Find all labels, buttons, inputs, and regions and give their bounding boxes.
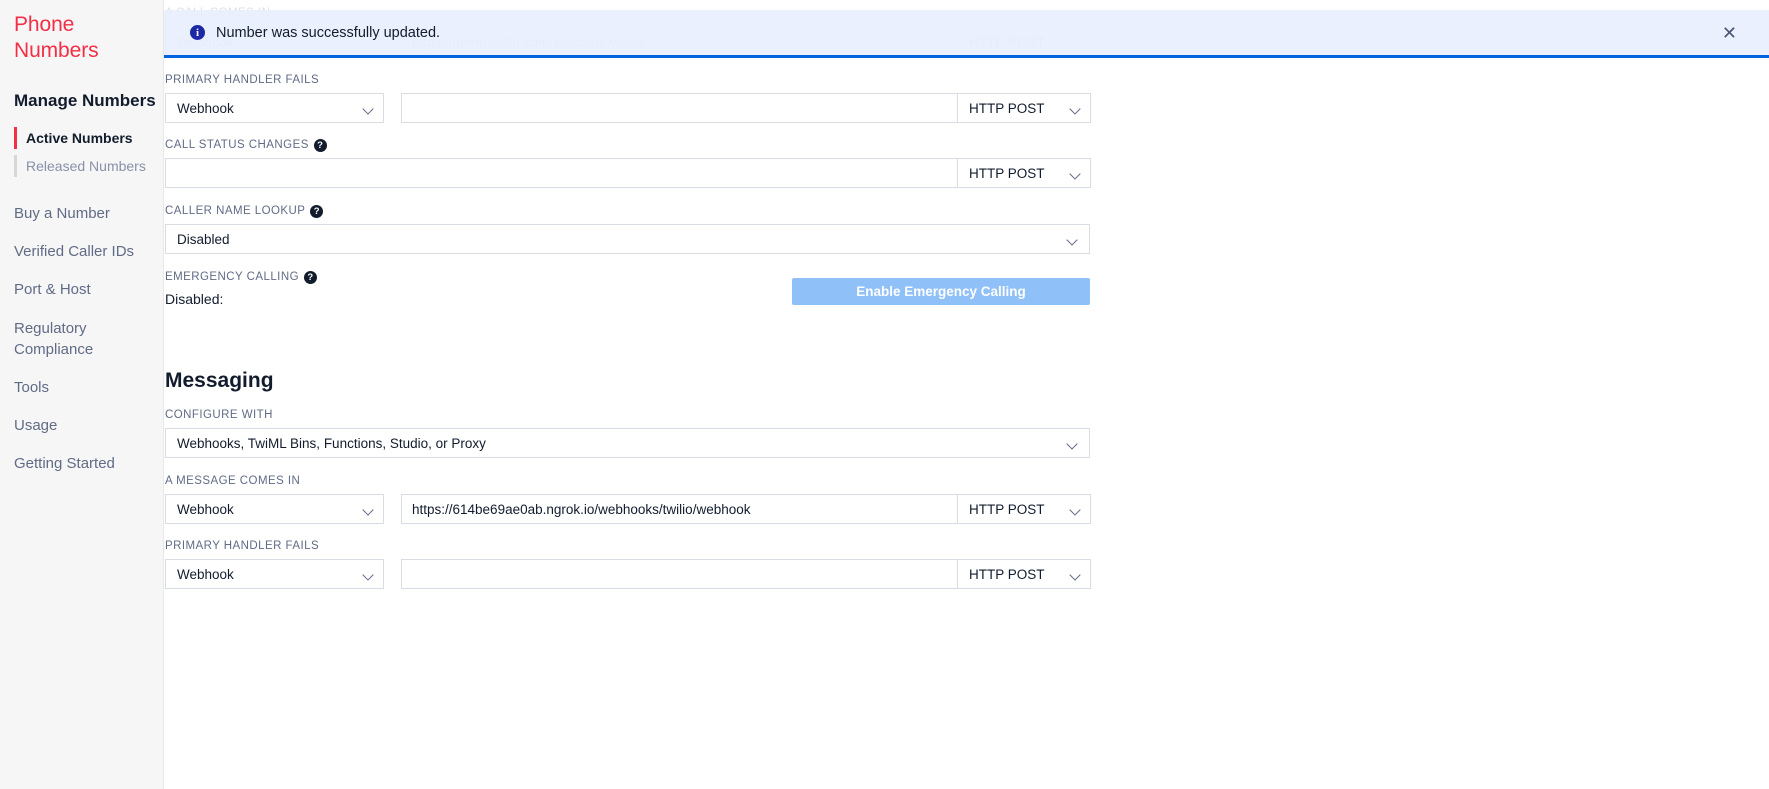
message-method-select[interactable]: HTTP POST bbox=[957, 494, 1091, 524]
sidebar-item-label: Released Numbers bbox=[26, 158, 146, 174]
notification-message: Number was successfully updated. bbox=[216, 24, 441, 41]
call-status-changes-method-select[interactable]: HTTP POST bbox=[957, 158, 1091, 188]
field-label-caller-name-lookup: CALLER NAME LOOKUP ? bbox=[165, 204, 324, 218]
caller-name-lookup-label-text: CALLER NAME LOOKUP bbox=[165, 205, 306, 217]
field-label-emergency-calling: EMERGENCY CALLING ? bbox=[165, 270, 317, 284]
nav-section-manage-numbers: Manage Numbers bbox=[14, 91, 156, 110]
sidebar-item-active-numbers[interactable]: Active Numbers bbox=[0, 124, 163, 152]
field-label-configure-with: CONFIGURE WITH bbox=[165, 409, 273, 421]
messaging-primary-handler-method-value: HTTP POST bbox=[969, 566, 1045, 582]
messaging-primary-handler-value: Webhook bbox=[177, 566, 234, 582]
configure-with-value: Webhooks, TwiML Bins, Functions, Studio,… bbox=[177, 435, 486, 451]
enable-emergency-calling-button[interactable]: Enable Emergency Calling bbox=[792, 278, 1090, 305]
emergency-calling-status: Disabled: bbox=[165, 291, 224, 307]
sidebar-item-usage[interactable]: Usage bbox=[0, 407, 163, 445]
sidebar-item-released-numbers[interactable]: Released Numbers bbox=[0, 152, 163, 180]
sidebar-item-buy-a-number[interactable]: Buy a Number bbox=[0, 180, 163, 233]
close-icon[interactable]: ✕ bbox=[1716, 22, 1743, 44]
chevron-down-icon bbox=[1070, 506, 1081, 513]
field-label-call-status-changes: CALL STATUS CHANGES ? bbox=[165, 138, 327, 152]
messaging-primary-handler-select[interactable]: Webhook bbox=[165, 559, 384, 589]
chevron-down-icon bbox=[363, 571, 374, 578]
info-icon: i bbox=[190, 25, 205, 40]
caller-name-lookup-value: Disabled bbox=[177, 231, 230, 247]
messaging-primary-handler-url-input[interactable] bbox=[401, 559, 958, 589]
sidebar: Phone Numbers Manage Numbers Active Numb… bbox=[0, 0, 164, 789]
call-status-changes-label-text: CALL STATUS CHANGES bbox=[165, 139, 309, 151]
help-icon[interactable]: ? bbox=[303, 270, 317, 284]
active-indicator-bar bbox=[14, 127, 17, 149]
messaging-primary-handler-method-select[interactable]: HTTP POST bbox=[957, 559, 1091, 589]
voice-primary-handler-fails-row: Webhook HTTP POST bbox=[165, 93, 1091, 123]
help-icon[interactable]: ? bbox=[313, 138, 327, 152]
message-url-input[interactable]: https://614be69ae0ab.ngrok.io/webhooks/t… bbox=[401, 494, 958, 524]
chevron-down-icon bbox=[1067, 236, 1078, 243]
voice-primary-handler-method-select[interactable]: HTTP POST bbox=[957, 93, 1091, 123]
sidebar-item-tools[interactable]: Tools bbox=[0, 369, 163, 407]
call-status-changes-row: HTTP POST bbox=[165, 158, 1091, 188]
notification-banner: i Number was successfully updated. ✕ bbox=[164, 10, 1769, 58]
emergency-calling-label-text: EMERGENCY CALLING bbox=[165, 271, 299, 283]
field-label-voice-primary-handler-fails: PRIMARY HANDLER FAILS bbox=[165, 74, 320, 86]
voice-primary-handler-select[interactable]: Webhook bbox=[165, 93, 384, 123]
caller-name-lookup-select[interactable]: Disabled bbox=[165, 224, 1090, 254]
field-label-a-message-comes-in: A MESSAGE COMES IN bbox=[165, 475, 301, 487]
brand-title: Phone Numbers bbox=[14, 13, 99, 62]
call-status-changes-method-value: HTTP POST bbox=[969, 165, 1045, 181]
voice-primary-handler-url-input[interactable] bbox=[401, 93, 958, 123]
a-message-comes-in-row: Webhook https://614be69ae0ab.ngrok.io/we… bbox=[165, 494, 1091, 524]
sub-nav: Active Numbers Released Numbers bbox=[0, 124, 163, 180]
chevron-down-icon bbox=[363, 105, 374, 112]
chevron-down-icon bbox=[1070, 105, 1081, 112]
sidebar-item-regulatory-compliance[interactable]: Regulatory Compliance bbox=[0, 309, 163, 369]
message-handler-value: Webhook bbox=[177, 501, 234, 517]
message-handler-select[interactable]: Webhook bbox=[165, 494, 384, 524]
sidebar-item-verified-caller-ids[interactable]: Verified Caller IDs bbox=[0, 233, 163, 271]
chevron-down-icon bbox=[1070, 170, 1081, 177]
messaging-primary-handler-fails-row: Webhook HTTP POST bbox=[165, 559, 1091, 589]
main-content: A CALL COMES IN Webhook https://demo.twi… bbox=[164, 0, 1769, 789]
message-method-value: HTTP POST bbox=[969, 501, 1045, 517]
chevron-down-icon bbox=[1070, 571, 1081, 578]
field-label-messaging-primary-handler-fails: PRIMARY HANDLER FAILS bbox=[165, 540, 320, 552]
messaging-section-heading: Messaging bbox=[165, 369, 274, 392]
inactive-indicator-bar bbox=[14, 155, 17, 177]
voice-primary-handler-value: Webhook bbox=[177, 100, 234, 116]
call-status-changes-url-input[interactable] bbox=[165, 158, 958, 188]
sidebar-item-getting-started[interactable]: Getting Started bbox=[0, 445, 163, 483]
chevron-down-icon bbox=[363, 506, 374, 513]
configure-with-select[interactable]: Webhooks, TwiML Bins, Functions, Studio,… bbox=[165, 428, 1090, 458]
sidebar-item-label: Active Numbers bbox=[26, 130, 133, 146]
help-icon[interactable]: ? bbox=[310, 204, 324, 218]
voice-primary-handler-method-value: HTTP POST bbox=[969, 100, 1045, 116]
chevron-down-icon bbox=[1067, 440, 1078, 447]
sidebar-item-port-and-host[interactable]: Port & Host bbox=[0, 271, 163, 309]
